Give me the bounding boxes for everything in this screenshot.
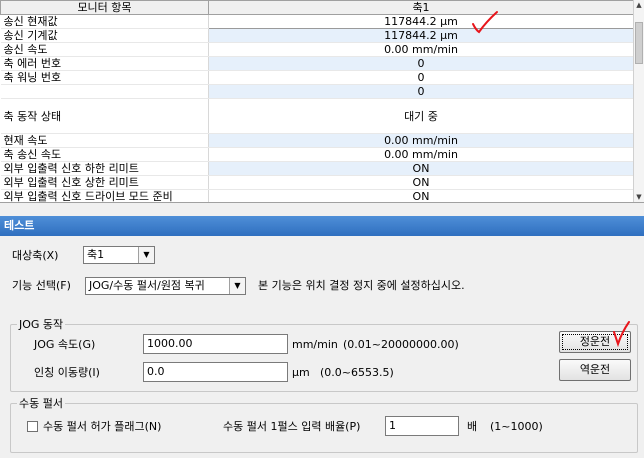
monitor-item-label: 현재 속도 xyxy=(0,133,209,148)
jog-speed-unit: mm/min xyxy=(292,338,338,351)
pulser-ratio-input[interactable]: 1 xyxy=(385,416,459,436)
manual-pulser-legend: 수동 펄서 xyxy=(19,397,63,410)
target-axis-label: 대상축(X) xyxy=(12,249,59,262)
monitor-item-label: 외부 입출력 신호 드라이브 모드 준비 xyxy=(0,189,209,202)
monitor-item-label: 축 동작 상태 xyxy=(0,98,209,134)
monitor-item-value: 117844.2 μm xyxy=(208,14,634,29)
monitor-row[interactable]: 외부 입출력 신호 상한 리미트 ON xyxy=(0,175,634,190)
monitor-row[interactable]: 송신 속도 0.00 mm/min xyxy=(0,42,634,57)
jog-group: JOG 동작 xyxy=(10,316,638,392)
pulser-ratio-label: 수동 펄서 1펄스 입력 배율(P) xyxy=(223,420,361,433)
monitor-row[interactable]: 외부 입출력 신호 드라이브 모드 준비 ON xyxy=(0,189,634,202)
target-axis-select[interactable]: 축1 ▼ xyxy=(83,246,155,264)
monitor-row[interactable]: 현재 속도 0.00 mm/min xyxy=(0,133,634,148)
scroll-up-icon[interactable]: ▲ xyxy=(634,0,644,10)
pulser-ratio-unit: 배 xyxy=(467,420,478,433)
scroll-down-icon[interactable]: ▼ xyxy=(634,192,644,202)
column-header-item[interactable]: 모니터 항목 xyxy=(0,0,209,15)
column-header-axis[interactable]: 축1 xyxy=(208,0,634,15)
monitor-item-label: 축 워닝 번호 xyxy=(0,70,209,85)
monitor-item-label: 외부 입출력 신호 상한 리미트 xyxy=(0,175,209,190)
jog-group-legend: JOG 동작 xyxy=(19,318,64,331)
pulser-ratio-range: (1~1000) xyxy=(490,420,543,433)
monitor-item-label: 외부 입출력 신호 하한 리미트 xyxy=(0,161,209,176)
monitor-item-label: 송신 기계값 xyxy=(0,28,209,43)
test-panel-title: 테스트 xyxy=(0,216,644,236)
reverse-run-button[interactable]: 역운전 xyxy=(559,359,631,381)
monitor-item-label: 송신 현재값 xyxy=(0,14,209,29)
monitor-item-label: 송신 속도 xyxy=(0,42,209,57)
monitor-row[interactable]: 송신 현재값 117844.2 μm xyxy=(0,14,634,29)
jog-speed-range: (0.01~20000000.00) xyxy=(343,338,459,351)
monitor-row[interactable]: 축 송신 속도 0.00 mm/min xyxy=(0,147,634,162)
monitor-item-value: 117844.2 μm xyxy=(208,28,634,43)
monitor-item-label: 축 에러 번호 xyxy=(0,56,209,71)
jog-speed-label: JOG 속도(G) xyxy=(34,338,96,351)
monitor-scrollbar[interactable]: ▲ ▼ xyxy=(633,0,644,202)
scroll-thumb[interactable] xyxy=(635,22,643,64)
function-value: JOG/수동 펄서/원점 복귀 xyxy=(89,279,205,292)
inching-unit: μm xyxy=(292,366,310,379)
monitor-item-value: 0 xyxy=(208,70,634,85)
monitor-item-label: 축 송신 속도 xyxy=(0,147,209,162)
monitor-item-label xyxy=(0,84,209,99)
monitor-row[interactable]: 외부 입출력 신호 하한 리미트 ON xyxy=(0,161,634,176)
monitor-item-value: 0.00 mm/min xyxy=(208,133,634,148)
monitor-table: 모니터 항목 축1 송신 현재값 117844.2 μm 송신 기계값 117844.… xyxy=(0,0,634,202)
monitor-item-value: ON xyxy=(208,161,634,176)
monitor-item-value: ON xyxy=(208,175,634,190)
monitor-item-value: ON xyxy=(208,189,634,202)
inching-range: (0.0~6553.5) xyxy=(320,366,394,379)
function-note: 본 기능은 위치 결정 정지 중에 설정하십시오. xyxy=(258,279,465,292)
target-axis-value: 축1 xyxy=(87,248,105,261)
monitor-item-value: 0.00 mm/min xyxy=(208,42,634,57)
inching-input[interactable]: 0.0 xyxy=(143,362,288,382)
monitor-header-row: 모니터 항목 축1 xyxy=(0,0,634,15)
annotation-check-mark-2 xyxy=(613,321,630,348)
monitor-item-value: 대기 중 xyxy=(208,98,634,134)
monitor-row[interactable]: 0 xyxy=(0,84,634,99)
annotation-check-mark-1 xyxy=(472,11,498,34)
chevron-down-icon[interactable]: ▼ xyxy=(138,247,154,263)
monitor-row[interactable]: 축 에러 번호 0 xyxy=(0,56,634,71)
monitor-row[interactable]: 축 동작 상태 대기 중 xyxy=(0,98,634,134)
function-select-label: 기능 선택(F) xyxy=(12,279,71,292)
pulser-enable-label[interactable]: 수동 펄서 허가 플래그(N) xyxy=(43,420,161,434)
monitor-row[interactable]: 축 워닝 번호 0 xyxy=(0,70,634,85)
inching-label: 인칭 이동량(I) xyxy=(34,366,100,379)
monitor-item-value: 0 xyxy=(208,56,634,71)
monitor-row[interactable]: 송신 기계값 117844.2 μm xyxy=(0,28,634,43)
monitor-item-value: 0 xyxy=(208,84,634,99)
chevron-down-icon[interactable]: ▼ xyxy=(229,278,245,294)
function-select[interactable]: JOG/수동 펄서/원점 복귀 ▼ xyxy=(85,277,246,295)
monitor-panel: 모니터 항목 축1 송신 현재값 117844.2 μm 송신 기계값 117844.… xyxy=(0,0,644,203)
pulser-enable-checkbox[interactable] xyxy=(27,421,38,432)
monitor-item-value: 0.00 mm/min xyxy=(208,147,634,162)
jog-speed-input[interactable]: 1000.00 xyxy=(143,334,288,354)
